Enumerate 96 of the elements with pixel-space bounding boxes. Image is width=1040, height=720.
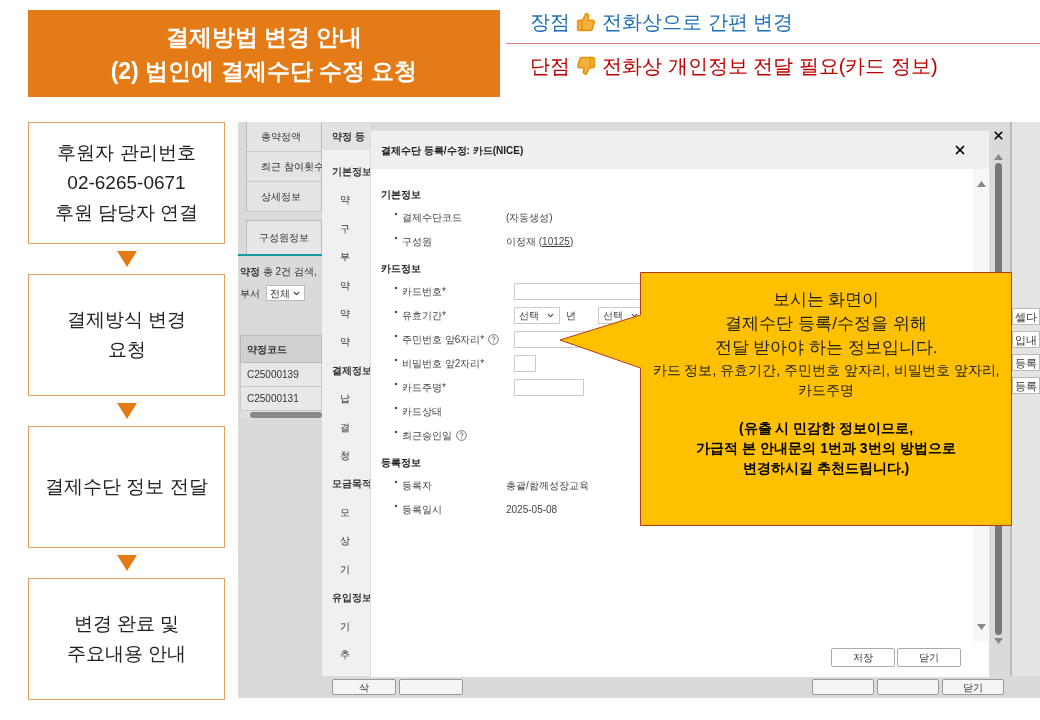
field-label: 등록자 [402, 478, 432, 493]
footer-button[interactable]: 삭 [332, 679, 396, 695]
section-title: 유입정보 [332, 591, 370, 606]
field-value: 총괄/함께성장교육 [506, 478, 589, 493]
input-field[interactable] [514, 354, 536, 372]
step-text: 결제수단 정보 전달 [45, 475, 208, 499]
field-label: 구성원 [402, 234, 432, 249]
label-text: 장점 [530, 9, 570, 35]
side-button[interactable]: 입내 [1012, 331, 1040, 348]
field-value: (자동생성) [506, 210, 553, 225]
down-arrow-icon [116, 403, 137, 419]
side-tab[interactable]: 상세정보 [247, 182, 321, 212]
section-title: 등록정보 [381, 455, 421, 470]
callout-text: 전달 받아야 하는 정보입니다. [714, 337, 938, 359]
field-label: 주민번호 앞6자리* [402, 332, 485, 347]
footer-button[interactable] [812, 679, 874, 695]
field-value: 2025-05-08 [506, 502, 558, 517]
thumbs-down-icon [576, 56, 596, 76]
field-label: 등록일시 [402, 502, 442, 517]
panel-header: 약정 등 [322, 122, 370, 150]
down-arrow-icon [116, 555, 137, 571]
help-icon[interactable] [488, 333, 500, 345]
step-text: 후원자 관리번호 [57, 141, 196, 165]
table-cell[interactable]: C25000131 [240, 387, 322, 411]
step-text: 후원 담당자 연결 [54, 201, 199, 225]
point-text: 전화상 개인정보 전달 필요(카드 정보) [602, 54, 938, 79]
column-header: 약정코드 [240, 335, 322, 363]
field-label: 구 [339, 221, 351, 236]
callout-note: (유출 시 민감한 정보이므로, [738, 419, 914, 438]
table-cell[interactable]: C25000139 [240, 363, 322, 387]
section-title: 기본정보 [332, 165, 370, 179]
step-text: 변경 완료 및 [73, 612, 180, 636]
close-icon[interactable] [953, 143, 967, 157]
help-icon[interactable] [456, 429, 467, 441]
callout-note: 변경하시길 추천드립니다.) [742, 459, 910, 478]
horizontal-scrollbar[interactable] [240, 411, 322, 419]
scroll-up-icon[interactable] [976, 181, 986, 187]
field-label: 카드상태 [402, 404, 442, 419]
side-button[interactable]: 등록 [1012, 354, 1040, 371]
field-label: 청 [339, 449, 351, 464]
department-select[interactable]: 전체 [266, 285, 305, 301]
filter-label: 부서 [240, 286, 260, 301]
slide-title: (2) 법인에 결제수단 수정 요청 [110, 56, 418, 86]
thumbs-up-icon [576, 11, 596, 32]
step-text: 요청 [107, 338, 146, 362]
field-label: 상 [339, 534, 351, 549]
search-summary: 약정 총 2건 검색, [240, 265, 318, 279]
footer-button[interactable]: 닫기 [942, 679, 1004, 695]
callout-text: 결제수단 등록/수정을 위해 [725, 313, 927, 335]
callout-text: 보시는 화면이 [772, 289, 880, 311]
member-info-tab[interactable]: 구성원정보 [246, 220, 322, 254]
field-label: 납 [339, 392, 351, 407]
select-field[interactable]: 선택 [514, 306, 560, 324]
field-label: 약 [339, 193, 351, 208]
side-tab[interactable]: 총약정액 [247, 122, 321, 152]
field-label: 추 [339, 647, 351, 662]
callout-detail: 카드 정보, 유효기간, 주민번호 앞자리, 비밀번호 앞자리, 카드주명 [651, 361, 1001, 400]
field-label: 유효기간* [402, 308, 446, 323]
field-label: 카드번호* [402, 284, 446, 299]
field-label: 최근승인일 [402, 428, 452, 443]
step-text: 결제방식 변경 [66, 308, 187, 332]
section-title: 카드정보 [381, 261, 421, 276]
step-text: 주요내용 안내 [66, 642, 187, 666]
section-title: 기본정보 [381, 187, 421, 202]
dialog-button[interactable]: 닫기 [897, 648, 961, 667]
field-label: 카드주명* [402, 380, 446, 395]
step-text: 02-6265-0671 [67, 171, 186, 195]
dialog-button[interactable]: 저장 [831, 648, 895, 667]
side-tab[interactable]: 최근 참여횟수 [247, 152, 321, 182]
side-button[interactable]: 등록 [1012, 377, 1040, 394]
field-label: 결제수단코드 [402, 210, 462, 225]
field-value: 이정재 (10125) [506, 234, 574, 249]
section-title: 결제정보 [332, 363, 370, 378]
label-text: 단점 [530, 54, 570, 79]
down-arrow-icon [116, 251, 137, 267]
point-text: 전화상으로 간편 변경 [602, 9, 794, 35]
field-label: 결 [339, 420, 351, 435]
field-label: 모 [339, 505, 351, 520]
dialog-title: 결제수단 등록/수정: 카드(NICE) [381, 143, 524, 158]
close-icon[interactable] [991, 129, 1005, 142]
field-label: 약 [339, 307, 351, 322]
field-label: 비밀번호 앞2자리* [402, 356, 485, 371]
input-field[interactable] [514, 378, 584, 396]
field-label: 부 [339, 250, 351, 265]
footer-button[interactable] [877, 679, 939, 695]
field-label: 기 [339, 619, 351, 634]
field-label: 기 [339, 562, 351, 577]
unit-label: 년 [566, 308, 576, 323]
field-label: 약 [339, 335, 351, 350]
field-label: 약 [339, 278, 351, 293]
side-button[interactable]: 셀다 [1012, 308, 1040, 325]
member-link[interactable]: (10125) [538, 235, 574, 247]
callout-note: 가급적 본 안내문의 1번과 3번의 방법으로 [696, 439, 956, 458]
slide-title: 결제방법 변경 안내 [165, 22, 363, 52]
scroll-up-icon[interactable] [993, 154, 1003, 160]
footer-button[interactable] [399, 679, 463, 695]
